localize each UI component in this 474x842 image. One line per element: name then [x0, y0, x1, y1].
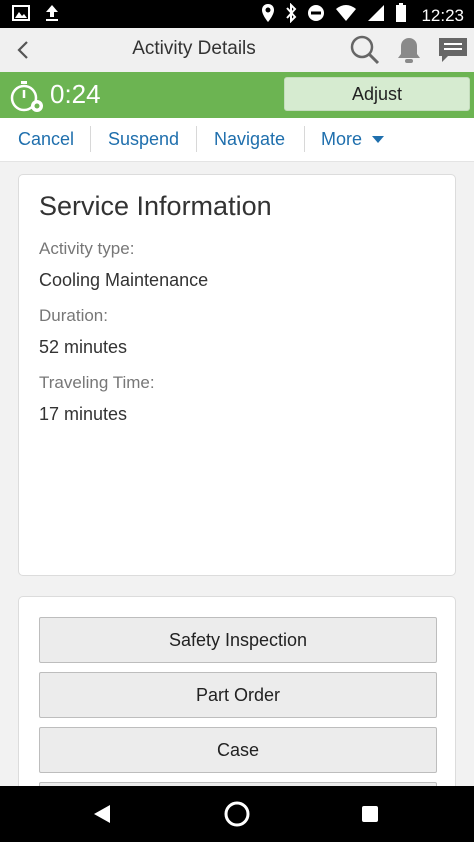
stopwatch-settings-icon — [8, 78, 46, 114]
app-header: Activity Details — [0, 28, 474, 72]
chat-icon — [439, 38, 467, 62]
safety-inspection-button[interactable]: Safety Inspection — [39, 617, 437, 663]
home-nav-button[interactable] — [223, 800, 251, 833]
more-label: More — [321, 129, 363, 149]
page-title: Activity Details — [132, 38, 256, 59]
service-information-card: Service Information Activity type: Cooli… — [18, 174, 456, 576]
divider — [304, 126, 305, 152]
system-nav-bar — [0, 786, 474, 842]
bell-icon — [398, 38, 420, 63]
duration-label: Duration: — [39, 306, 108, 325]
status-bar: 12:23 — [0, 0, 474, 28]
links-card: Safety Inspection Part Order Case — [18, 596, 456, 828]
traveling-time-value: 17 minutes — [39, 404, 128, 424]
adjust-button[interactable]: Adjust — [284, 77, 470, 111]
more-menu-button[interactable]: More — [321, 129, 385, 150]
navigate-button[interactable]: Navigate — [214, 129, 285, 150]
cell-signal-icon — [367, 4, 385, 27]
home-circle-icon — [224, 801, 250, 827]
action-bar: Cancel Suspend Navigate More — [0, 118, 474, 162]
activity-type-label: Activity type: — [39, 239, 135, 258]
notifications-button[interactable] — [392, 34, 426, 66]
timer-bar: 0:24 Adjust — [0, 72, 474, 118]
image-notification-icon — [12, 4, 30, 27]
battery-icon — [395, 3, 407, 28]
upload-icon — [44, 4, 60, 27]
caret-down-icon — [372, 135, 385, 143]
recents-nav-button[interactable] — [361, 805, 379, 828]
part-order-button[interactable]: Part Order — [39, 672, 437, 718]
search-button[interactable] — [348, 34, 382, 66]
card-title: Service Information — [39, 191, 272, 221]
bluetooth-icon — [285, 2, 297, 28]
back-triangle-icon — [94, 805, 110, 823]
recents-square-icon — [362, 806, 378, 822]
cancel-button[interactable]: Cancel — [18, 129, 74, 150]
divider — [90, 126, 91, 152]
status-time: 12:23 — [421, 5, 464, 25]
case-button[interactable]: Case — [39, 727, 437, 773]
back-nav-button[interactable] — [92, 804, 112, 829]
activity-type-value: Cooling Maintenance — [39, 270, 209, 290]
traveling-time-label: Traveling Time: — [39, 373, 155, 392]
do-not-disturb-icon — [307, 4, 325, 27]
messages-button[interactable] — [436, 34, 470, 66]
search-icon — [350, 35, 380, 65]
wifi-icon — [335, 4, 357, 27]
duration-value: 52 minutes — [39, 337, 128, 357]
suspend-button[interactable]: Suspend — [108, 129, 179, 150]
location-icon — [261, 3, 275, 28]
divider — [196, 126, 197, 152]
elapsed-time: 0:24 — [50, 79, 101, 109]
